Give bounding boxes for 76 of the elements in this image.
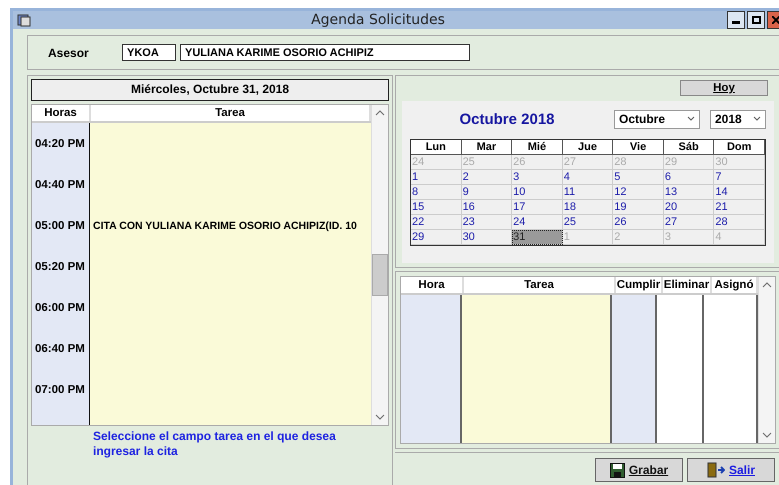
calendar-day[interactable]: 21 bbox=[714, 200, 765, 215]
scrollbar[interactable] bbox=[371, 105, 388, 425]
table-column[interactable] bbox=[401, 295, 462, 443]
time-cell-text: 07:00 PM bbox=[34, 384, 86, 396]
weekday-header: Lun bbox=[411, 140, 462, 155]
calendar-day[interactable]: 25 bbox=[562, 215, 614, 230]
weekday-header: Dom bbox=[714, 140, 765, 155]
chevron-down-icon bbox=[753, 116, 761, 122]
column-header: Eliminar bbox=[663, 277, 712, 293]
calendar-day[interactable]: 29 bbox=[411, 230, 462, 245]
save-button[interactable]: Grabar bbox=[595, 458, 683, 482]
calendar-day[interactable]: 28 bbox=[714, 215, 765, 230]
scrollbar[interactable] bbox=[758, 277, 775, 443]
door-exit-icon bbox=[706, 462, 725, 478]
date-header: Miércoles, Octubre 31, 2018 bbox=[31, 79, 389, 101]
calendar-day[interactable]: 15 bbox=[411, 200, 462, 215]
code-field[interactable]: YKOA bbox=[122, 44, 176, 61]
column-header: Hora bbox=[401, 277, 464, 293]
calendar-day[interactable]: 10 bbox=[512, 185, 563, 200]
time-cell-text: 05:20 PM bbox=[34, 260, 86, 272]
minimize-button[interactable] bbox=[727, 11, 745, 29]
time-cell-text: 06:00 PM bbox=[34, 302, 86, 314]
weekday-header: Mar bbox=[462, 140, 512, 155]
calendar-day[interactable]: 18 bbox=[562, 200, 614, 215]
calendar-day[interactable]: 17 bbox=[512, 200, 563, 215]
year-dropdown[interactable]: 2018 bbox=[710, 110, 766, 128]
column-header: Tarea bbox=[464, 277, 616, 293]
calendar-day[interactable]: 31 bbox=[512, 230, 563, 245]
weekday-header: Jue bbox=[562, 140, 614, 155]
calendar-day[interactable]: 1 bbox=[411, 170, 462, 185]
calendar-day[interactable]: 20 bbox=[664, 200, 714, 215]
weekday-header: Vie bbox=[613, 140, 664, 155]
column-header: Cumplir bbox=[616, 277, 663, 293]
calendar-day[interactable]: 26 bbox=[613, 215, 664, 230]
asesor-label: Asesor bbox=[48, 46, 90, 60]
hint-text: Seleccione el campo tarea en el que desea ingresar la cita bbox=[93, 429, 337, 459]
time-cell-text: 05:00 PM bbox=[34, 220, 86, 232]
time-cell-text: 04:20 PM bbox=[34, 138, 86, 150]
calendar-day[interactable]: 2 bbox=[462, 170, 512, 185]
calendar-day[interactable]: 27 bbox=[664, 215, 714, 230]
weekday-header: Mié bbox=[512, 140, 563, 155]
calendar-day[interactable]: 16 bbox=[462, 200, 512, 215]
calendar-day[interactable]: 30 bbox=[462, 230, 512, 245]
close-icon bbox=[772, 16, 779, 24]
app-icon bbox=[17, 13, 31, 27]
calendar-day[interactable]: 14 bbox=[714, 185, 765, 200]
column-header: Horas bbox=[32, 105, 91, 121]
time-cell-text: 04:40 PM bbox=[34, 178, 86, 190]
calendar-day[interactable]: 6 bbox=[664, 170, 714, 185]
calendar-day[interactable]: 8 bbox=[411, 185, 462, 200]
task-cell[interactable]: CITA CON YULIANA KARIME OSORIO ACHIPIZ(ID. 10 bbox=[89, 220, 371, 232]
maximize-icon bbox=[752, 16, 760, 24]
calendar-day[interactable]: 13 bbox=[664, 185, 714, 200]
chevron-down-icon bbox=[687, 116, 695, 122]
month-dropdown[interactable]: Octubre bbox=[614, 110, 700, 128]
scroll-thumb[interactable] bbox=[372, 254, 388, 296]
exit-button[interactable]: Salir bbox=[687, 458, 775, 482]
calendar-day[interactable]: 19 bbox=[613, 200, 664, 215]
calendar-day[interactable]: 24 bbox=[512, 215, 563, 230]
today-button[interactable]: Hoy bbox=[680, 80, 768, 96]
calendar-day[interactable]: 22 bbox=[411, 215, 462, 230]
calendar-day[interactable]: 23 bbox=[462, 215, 512, 230]
calendar-day[interactable]: 12 bbox=[613, 185, 664, 200]
calendar-day[interactable]: 9 bbox=[462, 185, 512, 200]
time-cell-text: 06:40 PM bbox=[34, 342, 86, 354]
weekday-header: Sáb bbox=[664, 140, 714, 155]
calendar-title: Octubre 2018 bbox=[458, 110, 556, 128]
calendar-day[interactable]: 5 bbox=[613, 170, 664, 185]
calendar-day[interactable]: 3 bbox=[512, 170, 563, 185]
table-column[interactable] bbox=[612, 295, 657, 443]
maximize-button[interactable] bbox=[747, 11, 765, 29]
window-title: Agenda Solicitudes bbox=[310, 12, 446, 28]
calendar-day[interactable]: 7 bbox=[714, 170, 765, 185]
name-field[interactable]: YULIANA KARIME OSORIO ACHIPIZ bbox=[180, 44, 470, 61]
calendar-day[interactable]: 4 bbox=[562, 170, 614, 185]
calendar-day[interactable]: 11 bbox=[562, 185, 614, 200]
